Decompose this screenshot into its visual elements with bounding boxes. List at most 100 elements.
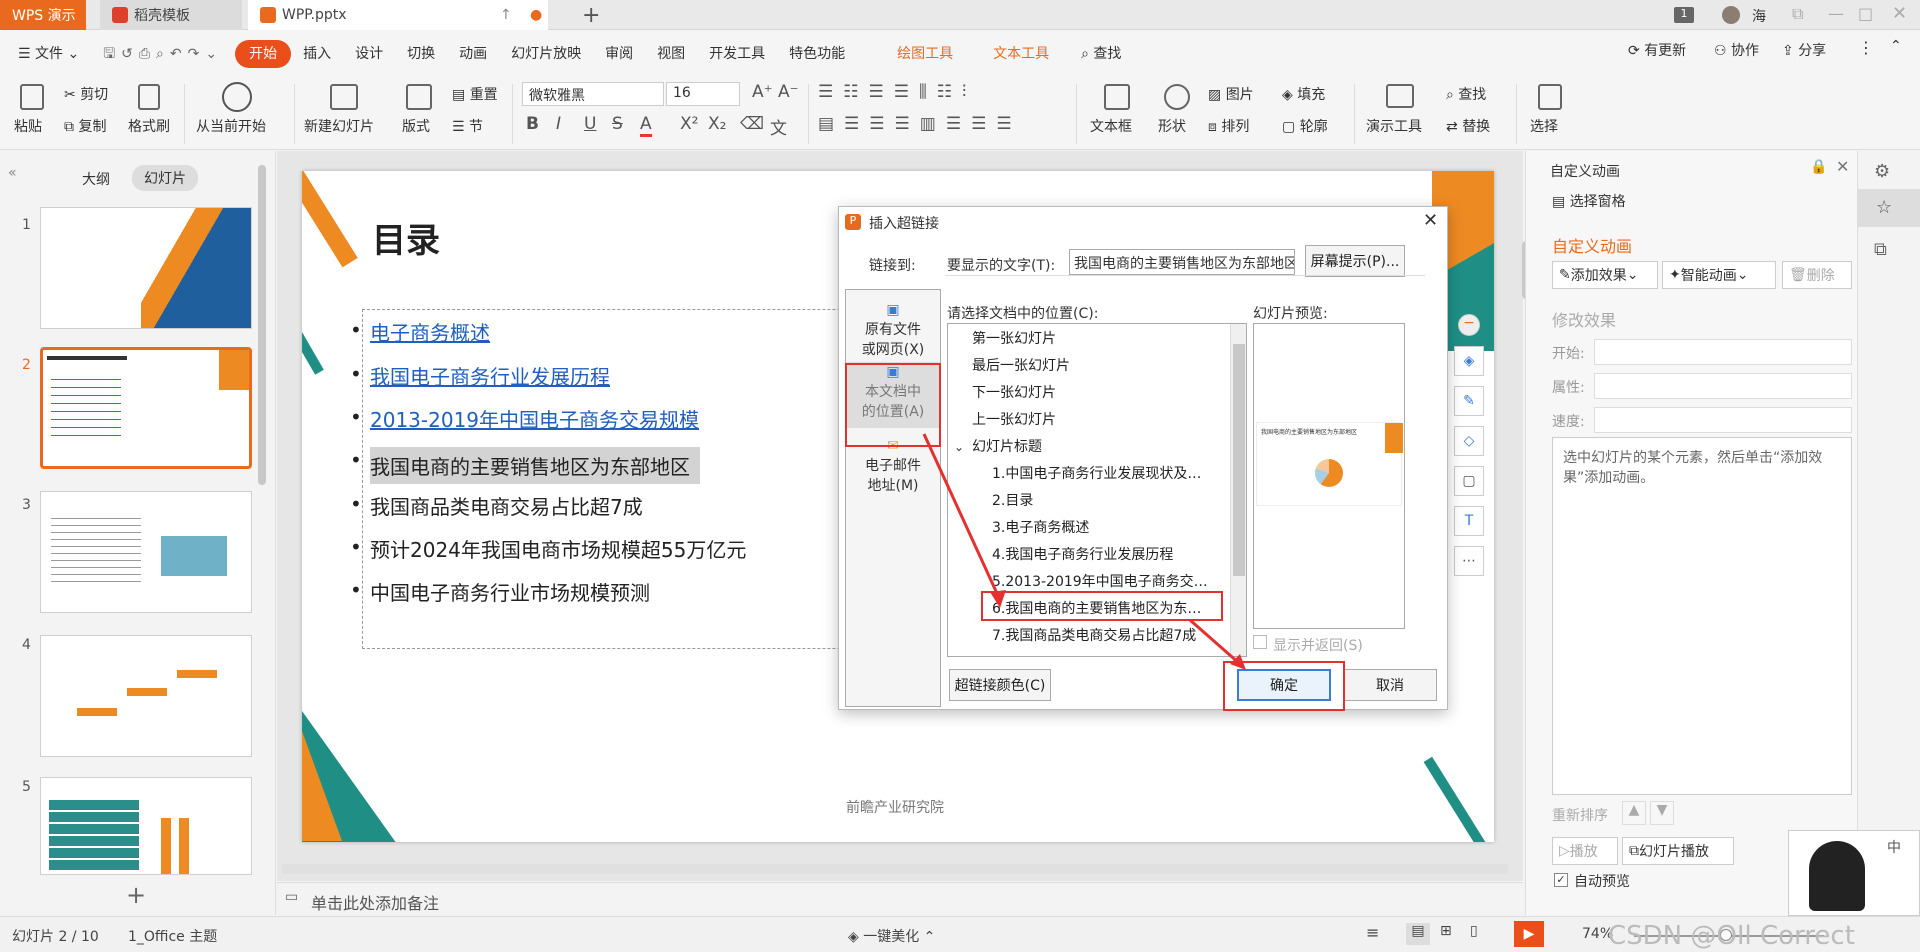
- font-name-select[interactable]: 微软雅黑: [522, 82, 664, 106]
- slide-thumb-2[interactable]: [40, 347, 252, 469]
- textbox-button[interactable]: 文本框: [1090, 116, 1132, 136]
- font-size-select[interactable]: 16: [666, 82, 740, 106]
- assistant-widget[interactable]: 中: [1788, 830, 1920, 916]
- animation-tab-active[interactable]: ☆: [1858, 189, 1920, 227]
- cut-button[interactable]: ✂ 剪切: [64, 84, 108, 104]
- tab-drawing-tools[interactable]: 绘图工具: [885, 40, 965, 68]
- section-button[interactable]: ☰ 节: [452, 116, 483, 136]
- replace-button[interactable]: ⇄ 替换: [1446, 116, 1490, 136]
- bullet-link[interactable]: 我国电子商务行业发展历程: [370, 365, 610, 389]
- lock-icon[interactable]: 🔒: [1810, 159, 1827, 175]
- tab-insert[interactable]: 插入: [291, 40, 343, 68]
- slideshow-button[interactable]: ⧉ 幻灯片播放: [1622, 837, 1734, 865]
- add-effect-button[interactable]: ✎ 添加效果 ⌄: [1552, 261, 1658, 289]
- tab-wpp-file[interactable]: WPP.pptx ↑ ●: [248, 0, 548, 30]
- text-effect-icon[interactable]: 文: [770, 114, 787, 139]
- screen-tip-button[interactable]: 屏幕提示(P)...: [1305, 245, 1405, 277]
- new-slide-icon[interactable]: [330, 84, 358, 110]
- bullet-link[interactable]: 电子商务概述: [370, 321, 490, 345]
- align-buttons[interactable]: ▤☰☰☰▥☰☰☰: [818, 114, 1022, 134]
- collapse-ribbon-icon[interactable]: ⌃: [1890, 38, 1902, 54]
- page-badge[interactable]: 1: [1674, 7, 1694, 23]
- paste-button[interactable]: 粘贴: [14, 116, 42, 136]
- fill-tool-icon[interactable]: ◇: [1454, 426, 1484, 456]
- normal-view-icon[interactable]: ▤: [1406, 923, 1430, 945]
- collapse-icon[interactable]: −: [1458, 314, 1480, 336]
- layout-button[interactable]: 版式: [402, 116, 430, 136]
- reading-view-icon[interactable]: ▯: [1470, 923, 1478, 939]
- notes-placeholder[interactable]: 单击此处添加备注: [311, 890, 439, 914]
- smart-animation-button[interactable]: ✦ 智能动画 ⌄: [1662, 261, 1776, 289]
- thumb-scrollbar[interactable]: [258, 165, 266, 485]
- share-button[interactable]: ⇪ 分享: [1782, 40, 1826, 60]
- tab-features[interactable]: 特色功能: [777, 40, 857, 68]
- transition-icon[interactable]: ⧉: [1874, 239, 1887, 260]
- play-from-current-button[interactable]: 从当前开始: [196, 116, 266, 136]
- bullet-link[interactable]: 2013-2019年中国电子商务交易规模: [370, 408, 699, 432]
- existing-file-option[interactable]: ▣ 原有文件 或网页(X): [846, 300, 940, 366]
- upload-icon[interactable]: ↑: [500, 7, 512, 23]
- frame-icon[interactable]: ▢: [1454, 466, 1484, 496]
- bullet-item[interactable]: • 我国电子商务行业发展历程: [350, 361, 610, 390]
- clear-format-icon[interactable]: ⌫: [740, 114, 764, 134]
- selection-pane-link[interactable]: ▤ 选择窗格: [1552, 191, 1626, 211]
- property-select[interactable]: [1594, 373, 1852, 399]
- quick-access-icons[interactable]: 🖫↺⎙⌕↶↷⌄: [91, 40, 235, 68]
- slide-title[interactable]: 目录: [372, 213, 440, 262]
- select-icon[interactable]: [1538, 84, 1562, 110]
- bold-icon[interactable]: B: [526, 114, 539, 134]
- move-down-icon[interactable]: ▼: [1650, 801, 1674, 825]
- tab-home[interactable]: 开始: [235, 40, 292, 68]
- tab-animation[interactable]: 动画: [447, 40, 499, 68]
- reset-button[interactable]: ▤ 重置: [452, 84, 498, 104]
- bullet-item[interactable]: • 电子商务概述: [350, 317, 490, 346]
- settings-sliders-icon[interactable]: ⚙: [1874, 161, 1890, 182]
- collapse-panel-icon[interactable]: «: [8, 165, 17, 181]
- format-painter-button[interactable]: 格式刷: [128, 116, 170, 136]
- find-button[interactable]: ⌕ 查找: [1446, 84, 1486, 104]
- superscript-icon[interactable]: X²: [680, 114, 698, 134]
- switch-window-icon[interactable]: ⧉: [1792, 4, 1803, 24]
- ime-label[interactable]: 中: [1887, 837, 1901, 857]
- bullet-item[interactable]: • 中国电子商务行业市场规模预测: [350, 577, 650, 606]
- slides-tab[interactable]: 幻灯片: [132, 165, 198, 191]
- display-text-input[interactable]: 我国电商的主要销售地区为东部地区: [1069, 249, 1295, 275]
- tab-slideshow[interactable]: 幻灯片放映: [499, 40, 593, 68]
- bullet-item[interactable]: • 我国商品类电商交易占比超7成: [350, 491, 643, 520]
- bullet-item[interactable]: • 2013-2019年中国电子商务交易规模: [350, 404, 699, 433]
- update-button[interactable]: ⟳ 有更新: [1628, 40, 1686, 60]
- decrease-font-icon[interactable]: A⁻: [778, 82, 799, 102]
- search-menu[interactable]: ⌕ 查找: [1069, 40, 1133, 68]
- list-item[interactable]: 最后一张幻灯片: [972, 353, 1242, 380]
- cancel-button[interactable]: 取消: [1343, 669, 1437, 701]
- tab-transition[interactable]: 切换: [395, 40, 447, 68]
- bullet-item[interactable]: • 预计2024年我国电商市场规模超55万亿元: [350, 534, 746, 563]
- shape-icon[interactable]: [1164, 84, 1190, 110]
- new-slide-button[interactable]: 新建幻灯片: [304, 116, 374, 136]
- auto-preview-checkbox[interactable]: ✓: [1554, 873, 1568, 887]
- slideshow-play-icon[interactable]: ▶: [1514, 921, 1544, 947]
- underline-icon[interactable]: U: [584, 114, 596, 134]
- delete-button[interactable]: 🗑 删除: [1782, 261, 1852, 289]
- outline-tab[interactable]: 大纲: [82, 169, 110, 189]
- bullet-item-selected[interactable]: • 我国电商的主要销售地区为东部地区: [350, 447, 700, 484]
- close-icon[interactable]: ✕: [1423, 210, 1438, 231]
- italic-icon[interactable]: I: [556, 114, 561, 134]
- more-icon[interactable]: ⋮: [1858, 38, 1874, 57]
- outline-button[interactable]: ▢ 轮廓: [1282, 116, 1328, 136]
- layout-icon[interactable]: [406, 84, 432, 110]
- speed-select[interactable]: [1594, 407, 1852, 433]
- start-select[interactable]: [1594, 339, 1852, 365]
- layers-icon[interactable]: ◈: [1454, 346, 1484, 376]
- collaborate-button[interactable]: ⚇ 协作: [1714, 40, 1759, 60]
- new-tab-button[interactable]: +: [570, 0, 600, 30]
- theme-name[interactable]: 1_Office 主题: [128, 926, 217, 946]
- editor-hscrollbar[interactable]: [282, 864, 1508, 874]
- strikethrough-icon[interactable]: S: [612, 114, 623, 134]
- format-painter-icon[interactable]: [138, 84, 160, 110]
- move-up-icon[interactable]: ▲: [1622, 801, 1646, 825]
- close-icon[interactable]: ✕: [1836, 157, 1849, 176]
- slide-thumb-4[interactable]: [40, 635, 252, 757]
- shape-button[interactable]: 形状: [1158, 116, 1186, 136]
- dialog-titlebar[interactable]: P 插入超链接 ✕: [839, 207, 1447, 237]
